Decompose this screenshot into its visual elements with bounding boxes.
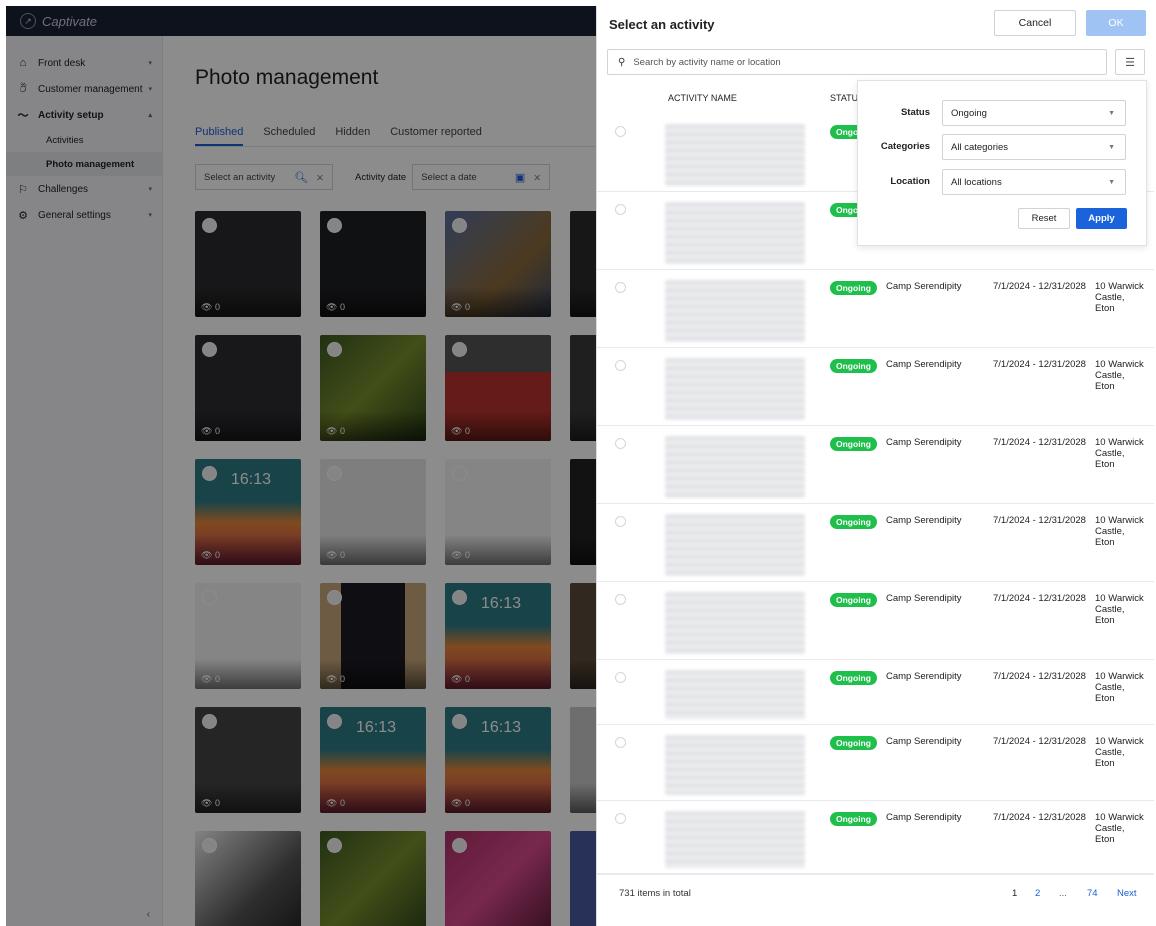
date-range-cell: 7/1/2024 - 12/31/2028 — [993, 593, 1086, 604]
table-row[interactable]: Ongoing Camp Serendipity 7/1/2024 - 12/31/… — [597, 426, 1154, 504]
table-row[interactable]: Ongoing Camp Serendipity 7/1/2024 - 12/31/… — [597, 270, 1154, 348]
chevron-down-icon: ▼ — [1108, 143, 1115, 151]
location-cell: 10 Warwick Castle, Eton — [1095, 593, 1144, 626]
status-value: Ongoing — [951, 107, 987, 119]
status-badge: Ongoing — [830, 593, 877, 607]
category-cell: Camp Serendipity — [886, 736, 962, 747]
status-filter-row: Status Ongoing ▼ — [858, 100, 1146, 126]
status-badge: Ongoing — [830, 812, 877, 826]
location-cell: 10 Warwick Castle, Eton — [1095, 281, 1144, 314]
categories-label: Categories — [880, 141, 930, 152]
activity-name-redacted — [665, 124, 805, 186]
table-row[interactable]: Ongoing Camp Serendipity 7/1/2024 - 12/31/… — [597, 725, 1154, 801]
location-value: All locations — [951, 176, 1002, 188]
drawer-title: Select an activity — [609, 16, 715, 32]
date-range-cell: 7/1/2024 - 12/31/2028 — [993, 359, 1086, 370]
activity-name-redacted — [665, 280, 805, 342]
row-radio[interactable] — [615, 438, 626, 449]
filter-icon[interactable]: ☰ — [1115, 49, 1145, 75]
category-cell: Camp Serendipity — [886, 593, 962, 604]
activity-name-redacted — [665, 670, 805, 719]
table-row[interactable]: Ongoing Camp Serendipity 7/1/2024 - 12/31/… — [597, 801, 1154, 874]
page-1-link[interactable]: 1 — [1012, 888, 1017, 899]
filter-popover: Status Ongoing ▼ Categories All categori… — [857, 80, 1147, 246]
activity-name-redacted — [665, 514, 805, 576]
location-select[interactable]: All locations ▼ — [942, 169, 1126, 195]
category-cell: Camp Serendipity — [886, 281, 962, 292]
location-cell: 10 Warwick Castle, Eton — [1095, 671, 1144, 704]
status-badge: Ongoing — [830, 736, 877, 750]
date-range-cell: 7/1/2024 - 12/31/2028 — [993, 736, 1086, 747]
chevron-down-icon: ▼ — [1108, 109, 1115, 117]
date-range-cell: 7/1/2024 - 12/31/2028 — [993, 671, 1086, 682]
table-row[interactable]: Ongoing Camp Serendipity 7/1/2024 - 12/31/… — [597, 504, 1154, 582]
next-page-link[interactable]: Next — [1117, 888, 1137, 899]
status-select[interactable]: Ongoing ▼ — [942, 100, 1126, 126]
reset-button[interactable]: Reset — [1018, 208, 1070, 229]
category-cell: Camp Serendipity — [886, 359, 962, 370]
row-radio[interactable] — [615, 126, 626, 137]
activity-name-redacted — [665, 811, 805, 868]
row-radio[interactable] — [615, 360, 626, 371]
date-range-cell: 7/1/2024 - 12/31/2028 — [993, 515, 1086, 526]
row-radio[interactable] — [615, 737, 626, 748]
pagination-ellipsis: ... — [1059, 888, 1067, 899]
status-badge: Ongoing — [830, 515, 877, 529]
location-label: Location — [890, 176, 930, 187]
categories-value: All categories — [951, 141, 1009, 153]
activity-search-input[interactable]: ⚲ Search by activity name or location — [607, 49, 1107, 75]
activity-name-redacted — [665, 735, 805, 795]
category-cell: Camp Serendipity — [886, 515, 962, 526]
activity-name-redacted — [665, 202, 805, 264]
search-placeholder: Search by activity name or location — [633, 56, 781, 68]
date-range-cell: 7/1/2024 - 12/31/2028 — [993, 281, 1086, 292]
location-cell: 10 Warwick Castle, Eton — [1095, 359, 1144, 392]
table-row[interactable]: Ongoing Camp Serendipity 7/1/2024 - 12/31/… — [597, 660, 1154, 725]
status-badge: Ongoing — [830, 281, 877, 295]
modal-backdrop[interactable] — [6, 6, 596, 926]
row-radio[interactable] — [615, 672, 626, 683]
location-filter-row: Location All locations ▼ — [858, 169, 1146, 195]
activity-name-redacted — [665, 358, 805, 420]
apply-button[interactable]: Apply — [1076, 208, 1127, 229]
cancel-button[interactable]: Cancel — [994, 10, 1076, 36]
status-badge: Ongoing — [830, 359, 877, 373]
date-range-cell: 7/1/2024 - 12/31/2028 — [993, 437, 1086, 448]
category-cell: Camp Serendipity — [886, 812, 962, 823]
column-activity-name: ACTIVITY NAME — [668, 93, 737, 103]
table-row[interactable]: Ongoing Camp Serendipity 7/1/2024 - 12/31/… — [597, 348, 1154, 426]
status-label: Status — [900, 107, 930, 118]
location-cell: 10 Warwick Castle, Eton — [1095, 812, 1144, 845]
chevron-down-icon: ▼ — [1108, 178, 1115, 186]
row-radio[interactable] — [615, 204, 626, 215]
row-radio[interactable] — [615, 594, 626, 605]
page-last-link[interactable]: 74 — [1087, 888, 1098, 899]
categories-filter-row: Categories All categories ▼ — [858, 134, 1146, 160]
category-cell: Camp Serendipity — [886, 671, 962, 682]
location-cell: 10 Warwick Castle, Eton — [1095, 437, 1144, 470]
search-icon: ⚲ — [618, 56, 626, 68]
row-radio[interactable] — [615, 813, 626, 824]
date-range-cell: 7/1/2024 - 12/31/2028 — [993, 812, 1086, 823]
page-2-link[interactable]: 2 — [1035, 888, 1040, 899]
location-cell: 10 Warwick Castle, Eton — [1095, 736, 1144, 769]
status-badge: Ongoing — [830, 671, 877, 685]
table-row[interactable]: Ongoing Camp Serendipity 7/1/2024 - 12/31/… — [597, 582, 1154, 660]
row-radio[interactable] — [615, 516, 626, 527]
table-footer: 731 items in total 1 2 ... 74 Next — [597, 874, 1154, 914]
ok-button[interactable]: OK — [1086, 10, 1146, 36]
category-cell: Camp Serendipity — [886, 437, 962, 448]
location-cell: 10 Warwick Castle, Eton — [1095, 515, 1144, 548]
row-radio[interactable] — [615, 282, 626, 293]
activity-name-redacted — [665, 436, 805, 498]
status-badge: Ongoing — [830, 437, 877, 451]
total-count: 731 items in total — [619, 888, 691, 899]
categories-select[interactable]: All categories ▼ — [942, 134, 1126, 160]
activity-name-redacted — [665, 592, 805, 654]
drawer-header: Select an activity Cancel OK — [597, 6, 1154, 42]
